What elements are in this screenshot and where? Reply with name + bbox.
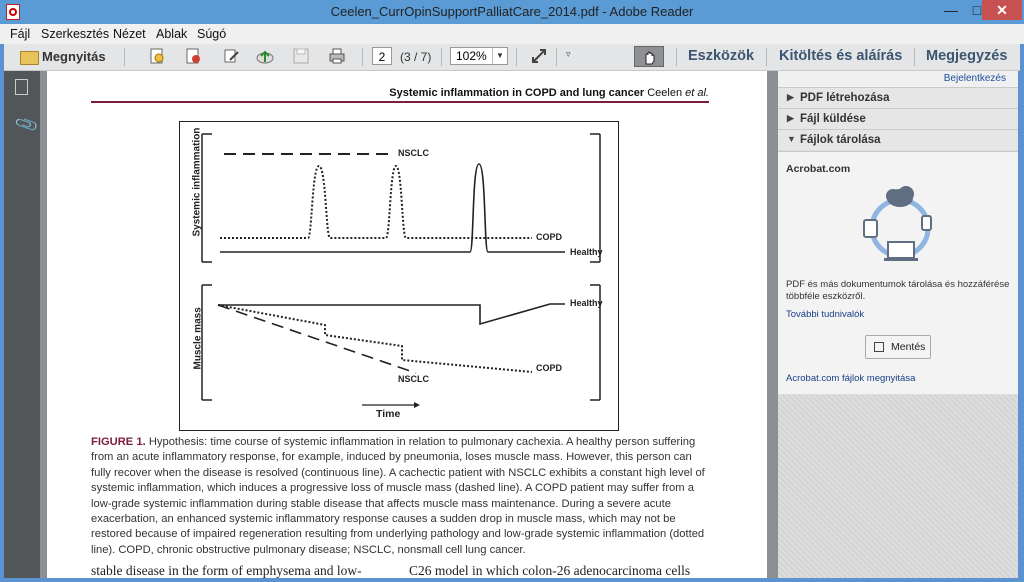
toolbar-divider [914, 48, 915, 66]
edit-pdf-icon[interactable] [222, 47, 240, 65]
hand-icon [645, 51, 655, 65]
running-head: Systemic inflammation in COPD and lung c… [91, 87, 709, 101]
open-button[interactable]: Megnyitás [12, 47, 112, 67]
export-pdf-icon[interactable] [184, 47, 202, 65]
document-view[interactable]: Systemic inflammation in COPD and lung c… [40, 71, 777, 578]
section-create-pdf-label: PDF létrehozása [800, 92, 890, 104]
chevron-right-icon: ▶ [787, 92, 794, 102]
chevron-down-icon[interactable]: ▼ [492, 48, 507, 64]
bottom-label-healthy: Healthy [570, 298, 603, 308]
tools-pane-header: Bejelentkezés [778, 71, 1018, 87]
chevron-down-icon: ▼ [787, 134, 796, 144]
cloud-upload-icon[interactable] [256, 47, 274, 65]
print-icon[interactable] [328, 47, 346, 65]
more-info-link[interactable]: További tudnivalók [786, 309, 864, 320]
fill-sign-pane-button[interactable]: Kitöltés és aláírás [779, 48, 902, 64]
page-number-input[interactable]: 2 [372, 47, 392, 65]
open-button-label: Megnyitás [42, 49, 106, 64]
top-label-copd: COPD [536, 232, 563, 242]
toolbar-divider [362, 48, 363, 66]
zoom-select[interactable]: 102% ▼ [450, 47, 508, 65]
body-text-right: C26 model in which colon-26 adenocarcino… [409, 563, 691, 578]
section-send-file-label: Fájl küldése [800, 113, 866, 125]
navigation-panel: 📎 [4, 71, 40, 578]
menu-bar: Fájl Szerkesztés Nézet Ablak Súgó [0, 24, 1024, 44]
toolbar-divider [556, 48, 557, 66]
bottom-label-copd: COPD [536, 363, 563, 373]
window-title: Ceelen_CurrOpinSupportPalliatCare_2014.p… [330, 4, 694, 19]
chevron-right-icon: ▶ [787, 113, 794, 123]
menu-edit[interactable]: Szerkesztés [41, 27, 109, 41]
hand-tool-button[interactable] [634, 46, 664, 67]
folder-icon [20, 51, 39, 65]
store-files-content: Acrobat.com PDF és más dokumentumok táro… [778, 151, 1018, 394]
title-bar: Ceelen_CurrOpinSupportPalliatCare_2014.p… [0, 0, 1024, 24]
tools-pane: Bejelentkezés ▶ PDF létrehozása ▶ Fájl k… [778, 71, 1018, 578]
acrobat-heading: Acrobat.com [786, 163, 851, 175]
section-store-files-label: Fájlok tárolása [800, 134, 881, 146]
toolbar-divider [441, 48, 442, 66]
bottom-label-nsclc: NSCLC [398, 374, 429, 384]
save-to-cloud-button[interactable]: Mentés [865, 335, 931, 359]
figure-caption: FIGURE 1. Hypothesis: time course of sys… [91, 435, 713, 558]
zoom-value: 102% [456, 49, 487, 63]
toolbar: Megnyitás 2 (3 / 7) 102% ▼ ▿ Eszközök Ki… [4, 44, 1020, 71]
running-head-etal: et al. [685, 87, 709, 99]
page-thumbnails-icon[interactable] [15, 79, 28, 95]
customize-dropdown-icon[interactable]: ▿ [566, 49, 571, 60]
disk-icon [874, 342, 884, 352]
running-head-rule [91, 101, 709, 103]
open-acrobat-files-link[interactable]: Acrobat.com fájlok megnyitása [786, 373, 915, 384]
toolbar-divider [516, 48, 517, 66]
cloud-sync-icon [863, 186, 932, 261]
running-head-title: Systemic inflammation in COPD and lung c… [389, 87, 645, 99]
top-ylabel: Systemic inflammation [191, 127, 203, 237]
bottom-ylabel: Muscle mass [192, 307, 204, 370]
save-to-cloud-label: Mentés [891, 341, 926, 353]
menu-file[interactable]: Fájl [10, 27, 30, 41]
section-send-file[interactable]: ▶ Fájl küldése [778, 108, 1018, 129]
menu-view[interactable]: Nézet [113, 27, 146, 41]
running-head-authors: Ceelen [647, 87, 683, 99]
copd-muscle-line [217, 304, 533, 373]
figure-label: FIGURE 1. [91, 436, 146, 448]
comment-pane-button[interactable]: Megjegyzés [926, 48, 1007, 64]
nsclc-muscle-line [217, 304, 417, 374]
login-link[interactable]: Bejelentkezés [944, 73, 1006, 84]
top-label-healthy: Healthy [570, 247, 603, 257]
toolbar-divider [766, 48, 767, 66]
figure-caption-text: Hypothesis: time course of systemic infl… [91, 436, 705, 556]
section-create-pdf[interactable]: ▶ PDF létrehozása [778, 87, 1018, 108]
body-text-left: stable disease in the form of emphysema … [91, 563, 362, 578]
tools-pane-empty-area [778, 395, 1018, 578]
top-label-nsclc: NSCLC [398, 148, 429, 158]
section-store-files[interactable]: ▼ Fájlok tárolása [778, 129, 1018, 150]
create-pdf-icon[interactable] [148, 47, 166, 65]
fullscreen-icon[interactable] [530, 47, 548, 65]
store-files-description: PDF és más dokumentumok tárolása és hozz… [786, 279, 1010, 302]
menu-window[interactable]: Ablak [156, 27, 187, 41]
tools-pane-button[interactable]: Eszközök [688, 48, 754, 64]
pdf-page: Systemic inflammation in COPD and lung c… [47, 71, 767, 578]
menu-help[interactable]: Súgó [197, 27, 226, 41]
toolbar-divider [124, 48, 125, 66]
figure-1: Systemic inflammation Muscle mass NSCLC … [179, 121, 619, 431]
figure-graphic [201, 133, 601, 408]
minimize-button[interactable]: — [938, 0, 964, 20]
close-button[interactable]: ✕ [982, 0, 1022, 20]
save-icon[interactable] [292, 47, 310, 65]
attachments-icon[interactable]: 📎 [13, 111, 40, 138]
x-axis-label: Time [376, 408, 401, 420]
page-count: (3 / 7) [400, 50, 432, 64]
toolbar-divider [676, 48, 677, 66]
